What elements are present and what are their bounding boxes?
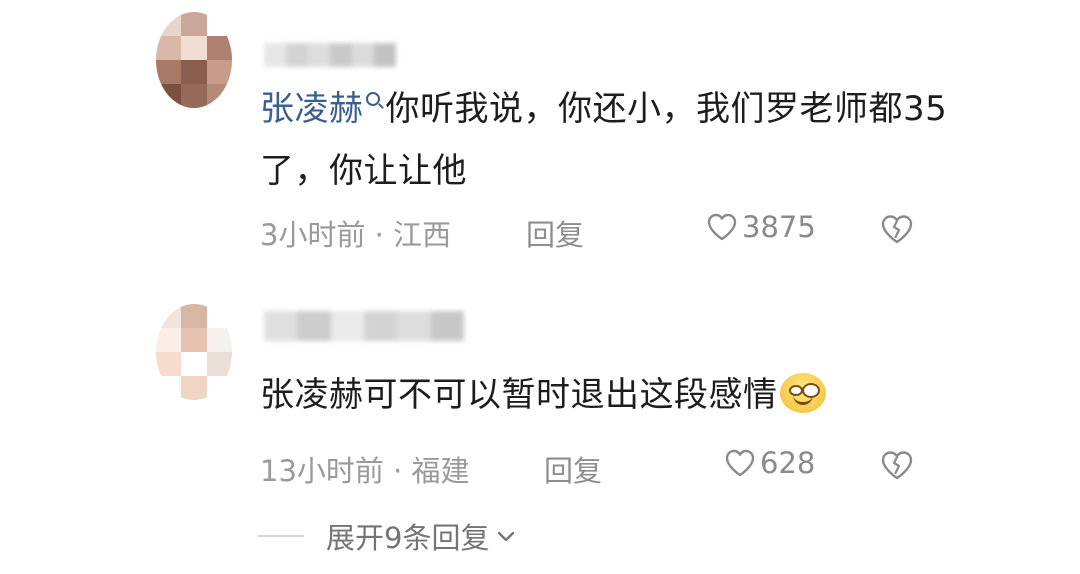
timestamp-location: 3小时前 · 江西 [260,218,452,252]
search-icon [365,92,380,106]
heart-icon [725,449,755,477]
comment-item: 张凌赫 你听我说，你还小，我们罗老师都35了，你让让他 3小时前 · 江西 回复 … [0,0,1080,280]
expand-replies-button[interactable]: 展开9条回复 [258,514,517,558]
expand-replies-label: 展开9条回复 [326,521,490,555]
broken-heart-icon[interactable] [880,213,914,245]
heart-icon [707,213,737,241]
like-count: 628 [760,446,816,480]
comment-text: 张凌赫 你听我说，你还小，我们罗老师都35了，你让让他 [260,78,960,202]
smile-icon [779,372,826,413]
comment-meta: 3小时前 · 江西 回复 3875 [260,210,940,252]
like-button[interactable]: 628 [724,446,815,480]
username-blurred[interactable] [264,43,396,67]
comment-meta: 13小时前 · 福建 回复 628 [260,446,940,488]
reply-button[interactable]: 回复 [526,212,584,254]
username-blurred[interactable] [264,311,464,341]
comment-text: 张凌赫可不可以暂时退出这段感情 [260,364,960,426]
divider-line [258,535,304,537]
reply-button[interactable]: 回复 [544,448,602,490]
avatar[interactable] [156,12,232,108]
timestamp-location: 13小时前 · 福建 [260,454,470,488]
comment-item: 张凌赫可不可以暂时退出这段感情 13小时前 · 福建 回复 628 [0,290,1080,510]
comment-body: 张凌赫可不可以暂时退出这段感情 [260,375,778,415]
like-count: 3875 [742,210,816,244]
broken-heart-icon[interactable] [880,449,914,481]
chevron-down-icon [498,531,515,542]
avatar[interactable] [156,304,232,400]
like-button[interactable]: 3875 [706,210,816,244]
mention-link[interactable]: 张凌赫 [260,89,364,129]
